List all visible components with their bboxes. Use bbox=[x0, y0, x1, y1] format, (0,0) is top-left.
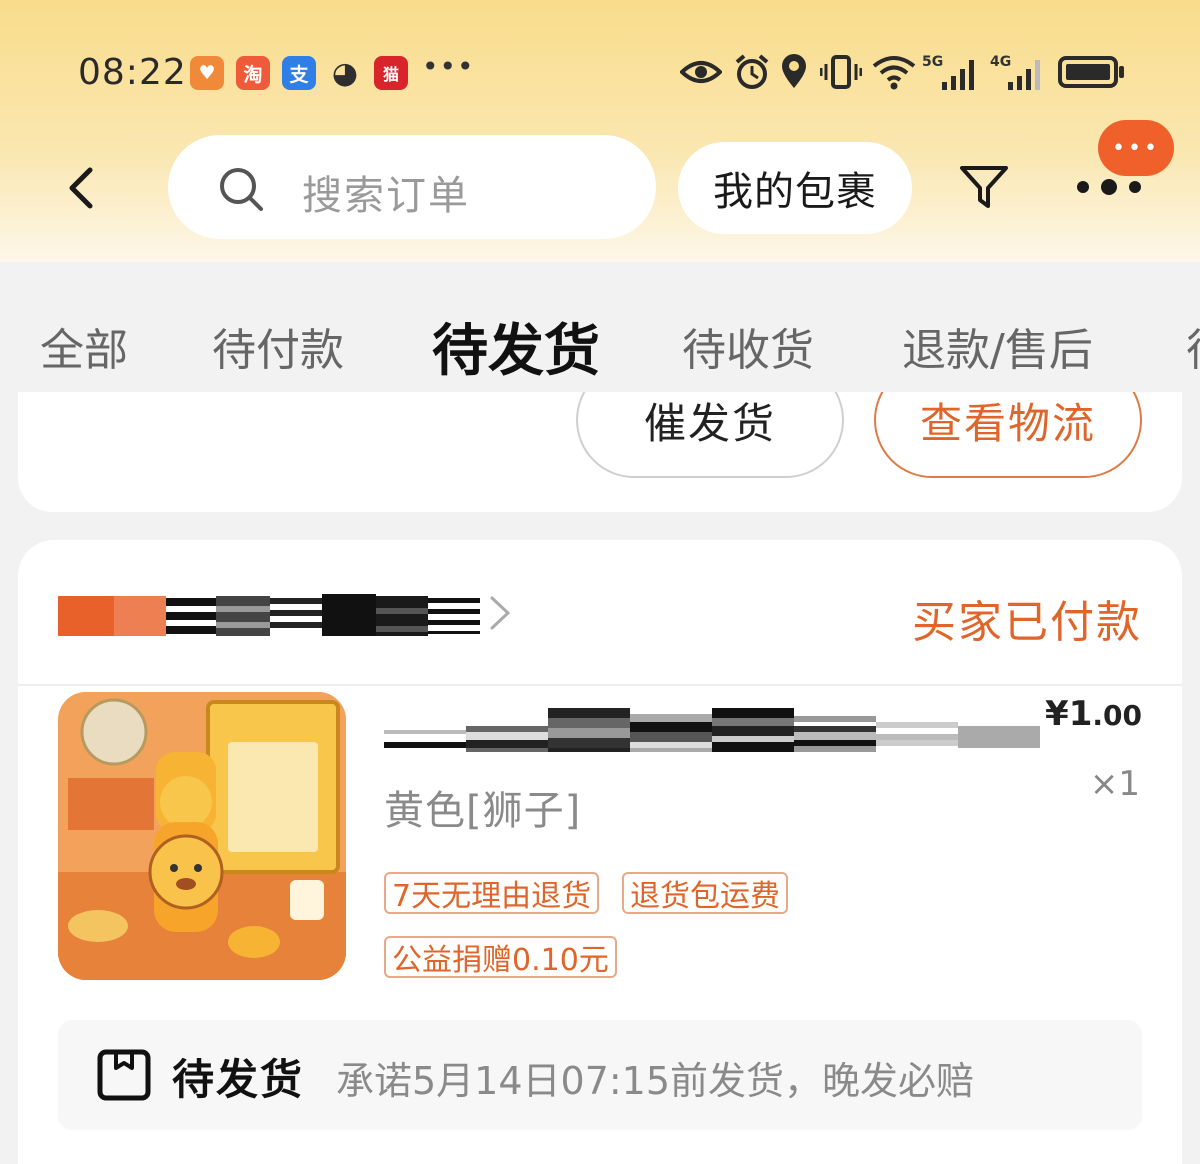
previous-order-card: 催发货 查看物流 bbox=[18, 392, 1182, 512]
shipping-promise: 承诺5月14日07:15前发货，晚发必赔 bbox=[336, 1059, 975, 1103]
tab-more[interactable]: 待 bbox=[1186, 314, 1200, 378]
location-icon bbox=[782, 54, 806, 88]
tab-all[interactable]: 全部 bbox=[40, 314, 128, 378]
product-image bbox=[58, 692, 346, 980]
tag-charity-donation: 公益捐赠0.10元 bbox=[384, 936, 617, 978]
price-integer: 1 bbox=[1068, 694, 1093, 734]
more-options-icon[interactable] bbox=[1074, 176, 1144, 198]
search-placeholder: 搜索订单 bbox=[302, 173, 470, 219]
view-logistics-button[interactable]: 查看物流 bbox=[874, 392, 1142, 478]
heart-app-icon: ♥ bbox=[190, 56, 224, 90]
order-tabs: 全部 待付款 待发货 待收货 退款/售后 待 bbox=[0, 262, 1200, 392]
signal-5g-icon bbox=[942, 60, 974, 90]
alipay-app-icon: 支 bbox=[282, 56, 316, 90]
notification-overflow-icon: ••• bbox=[422, 50, 475, 83]
card-divider bbox=[18, 684, 1182, 686]
my-packages-button[interactable]: 我的包裹 bbox=[678, 142, 912, 234]
price-currency: ¥ bbox=[1045, 694, 1069, 734]
search-icon bbox=[220, 168, 263, 211]
eye-icon bbox=[680, 61, 722, 83]
price-decimal: .00 bbox=[1092, 699, 1142, 732]
tag-return-shipping: 退货包运费 bbox=[622, 872, 788, 914]
battery-icon bbox=[1058, 56, 1124, 88]
message-bubble-icon[interactable]: ••• bbox=[1098, 120, 1174, 176]
product-title-redacted[interactable] bbox=[384, 708, 1044, 752]
status-bar: 08:22 ♥ 淘 支 ◕ 猫 ••• 5G 4G bbox=[0, 0, 1200, 130]
wechat-app-icon: ◕ bbox=[331, 55, 359, 91]
order-card: 买家已付款 ¥1.00 ×1 黄色[狮子] 7天无理由退货 退货包运费 公益捐赠… bbox=[18, 540, 1182, 1164]
back-arrow-icon[interactable] bbox=[62, 166, 102, 210]
tab-pending-receipt[interactable]: 待收货 bbox=[682, 314, 814, 378]
tab-pending-shipment[interactable]: 待发货 bbox=[432, 306, 600, 387]
signal-4g-icon bbox=[1008, 60, 1040, 90]
tab-refund-aftersale[interactable]: 退款/售后 bbox=[902, 314, 1093, 378]
product-thumbnail[interactable] bbox=[58, 692, 346, 980]
tab-pending-payment[interactable]: 待付款 bbox=[212, 314, 344, 378]
search-bar[interactable]: 搜索订单 bbox=[168, 135, 656, 239]
filter-icon[interactable] bbox=[958, 164, 1010, 210]
order-status-label: 买家已付款 bbox=[912, 597, 1142, 648]
wifi-icon bbox=[872, 56, 916, 90]
tag-7day-return: 7天无理由退货 bbox=[384, 872, 600, 914]
product-variant: 黄色[狮子] bbox=[384, 788, 582, 834]
package-box-icon bbox=[97, 1049, 151, 1101]
vibrate-icon bbox=[820, 55, 862, 89]
product-price: ¥1.00 bbox=[1045, 694, 1142, 734]
store-chevron-right-icon[interactable] bbox=[488, 594, 512, 632]
shipping-info-box[interactable]: 待发货 承诺5月14日07:15前发货，晚发必赔 bbox=[58, 1020, 1142, 1130]
store-name-redacted[interactable] bbox=[58, 588, 498, 636]
product-quantity: ×1 bbox=[1089, 764, 1140, 804]
urge-shipment-button[interactable]: 催发货 bbox=[576, 392, 844, 478]
shipping-status: 待发货 bbox=[172, 1055, 305, 1104]
status-time: 08:22 bbox=[78, 52, 187, 93]
taobao-app-icon: 淘 bbox=[236, 56, 270, 90]
alarm-icon bbox=[735, 54, 769, 89]
tmall-app-icon: 猫 bbox=[374, 56, 408, 90]
